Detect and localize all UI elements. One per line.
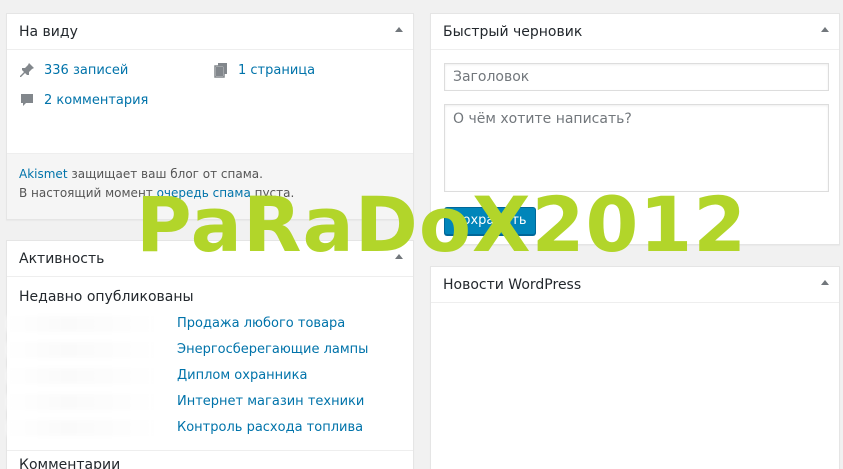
activity-title: Активность [19,250,105,267]
divider [7,450,413,451]
draft-title-input[interactable]: Заголовок [444,63,829,91]
recent-post-link[interactable]: Продажа любого товара [177,316,345,331]
akismet-info: Akismet защищает ваш блог от спама. В на… [7,153,413,219]
wordpress-news-widget: Новости WordPress [430,266,840,469]
recent-post-link[interactable]: Энергосберегающие лампы [177,342,368,357]
comment-icon [19,92,35,108]
news-header: Новости WordPress [431,267,839,303]
pages-count-label[interactable]: 1 страница [238,63,315,78]
list-item: Энергосберегающие лампы [177,337,401,363]
glance-header: На виду [7,14,413,50]
akismet-link[interactable]: Akismet [19,167,68,181]
comments-count-link[interactable]: 2 комментария [19,92,148,108]
posts-count-link[interactable]: 336 записей [19,62,128,78]
blurred-date [7,420,157,436]
blurred-date [7,394,157,410]
collapse-toggle-icon[interactable] [821,280,829,285]
akismet-text: защищает ваш блог от спама. [67,167,263,181]
comments-count-label[interactable]: 2 комментария [44,93,148,108]
blurred-date [7,368,157,384]
activity-widget: Активность Недавно опубликованы Продажа … [6,240,414,469]
pin-icon [19,62,35,78]
draft-content-textarea[interactable]: О чём хотите написать? [444,104,829,192]
queue-suffix: пуста. [250,186,295,200]
glance-title: На виду [19,23,78,40]
pages-count-link[interactable]: 1 страница [213,62,315,78]
blurred-date [7,316,157,332]
list-item: Диплом охранника [177,363,401,389]
at-a-glance-widget: На виду 336 записей 1 страница 2 коммент… [6,13,414,220]
collapse-toggle-icon[interactable] [821,27,829,32]
comments-section-title: Комментарии [19,457,121,469]
draft-header: Быстрый черновик [431,14,839,50]
recent-posts-list: Продажа любого товара Энергосберегающие … [7,305,413,441]
list-item: Контроль расхода топлива [177,415,401,441]
collapse-toggle-icon[interactable] [395,27,403,32]
activity-header: Активность [7,241,413,277]
recent-post-link[interactable]: Диплом охранника [177,368,307,383]
recently-published-title: Недавно опубликованы [19,289,194,305]
draft-title: Быстрый черновик [443,23,583,40]
news-title: Новости WordPress [443,276,582,293]
save-draft-button[interactable]: Сохранить [444,207,536,235]
list-item: Продажа любого товара [177,311,401,337]
blurred-date [7,342,157,358]
recent-post-link[interactable]: Интернет магазин техники [177,394,364,409]
collapse-toggle-icon[interactable] [395,254,403,259]
pages-icon [213,62,229,78]
quick-draft-widget: Быстрый черновик Заголовок О чём хотите … [430,13,840,245]
recent-post-link[interactable]: Контроль расхода топлива [177,420,363,435]
queue-prefix: В настоящий момент [19,186,157,200]
posts-count-label[interactable]: 336 записей [44,63,128,78]
spam-queue-link[interactable]: очередь спама [157,186,251,200]
list-item: Интернет магазин техники [177,389,401,415]
